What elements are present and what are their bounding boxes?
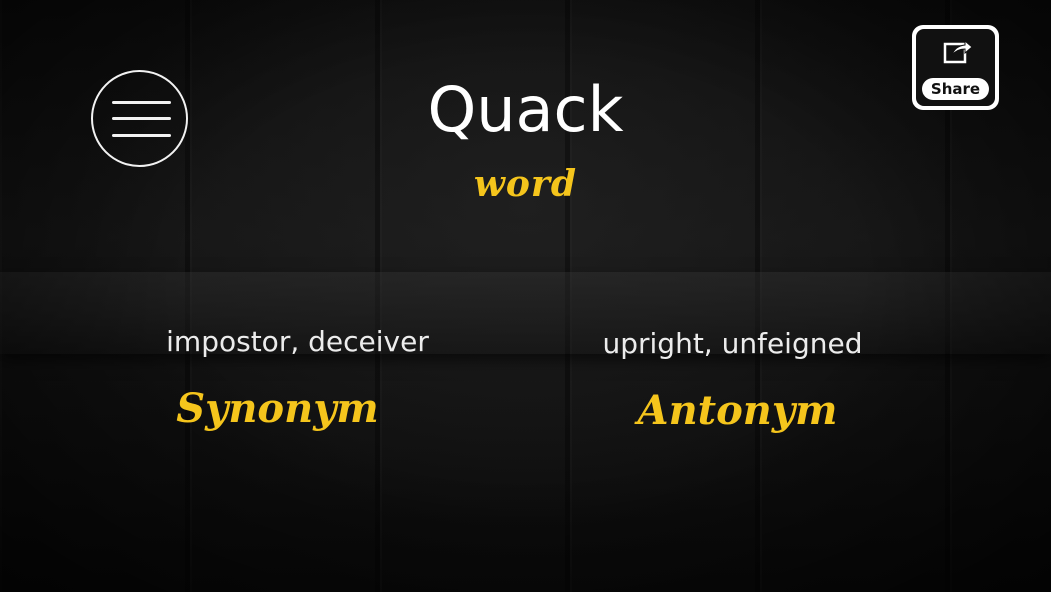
word-caption: word: [473, 163, 578, 205]
synonym-text: impostor, deceiver: [166, 325, 429, 358]
antonym-text: upright, unfeigned: [602, 327, 863, 360]
word-screen: Share Quack word impostor, deceiver Syno…: [0, 0, 1051, 592]
share-icon: [943, 39, 973, 64]
word-title: Quack: [427, 73, 624, 146]
antonym-label: Antonym: [637, 387, 838, 434]
synonym-label: Synonym: [176, 385, 379, 432]
